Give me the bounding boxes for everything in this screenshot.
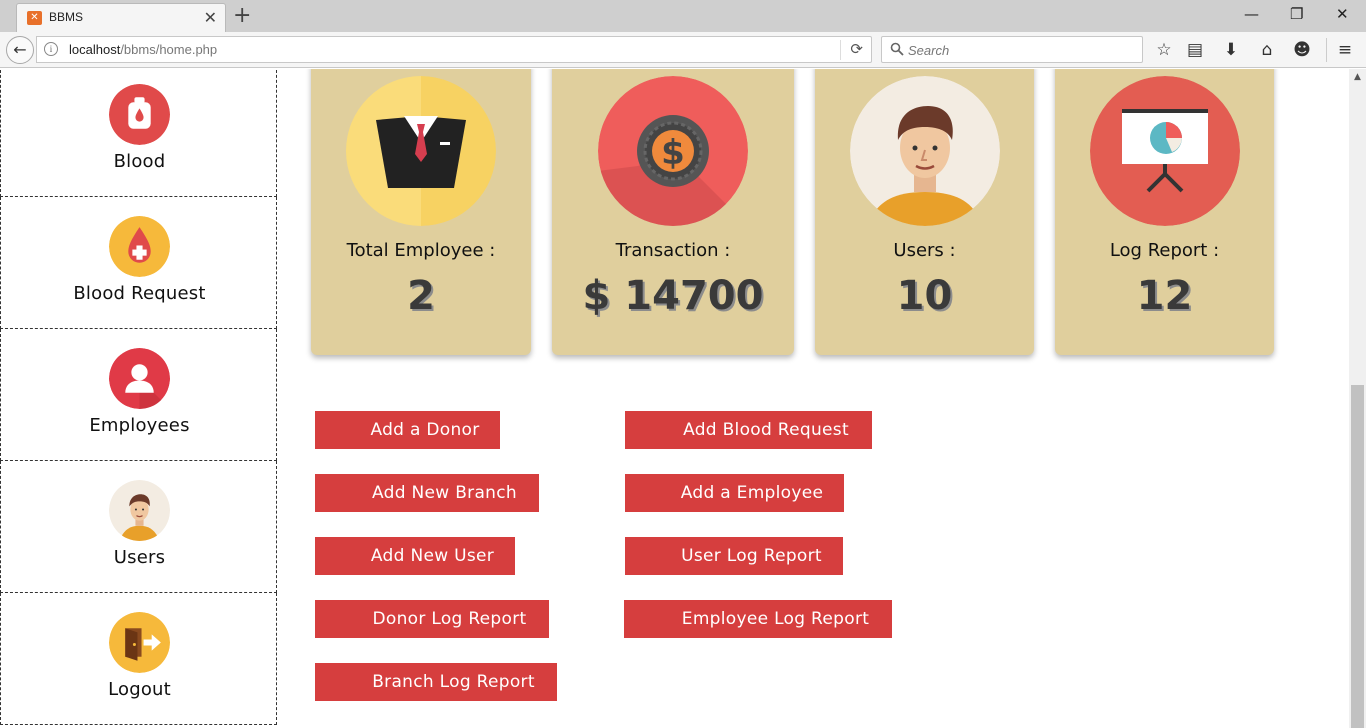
sidebar-item-blood[interactable]: Blood bbox=[0, 69, 277, 197]
branch-log-report-button[interactable]: Branch Log Report bbox=[315, 663, 557, 701]
sidebar-item-label: Users bbox=[113, 547, 166, 568]
add-donor-button[interactable]: Add a Donor bbox=[315, 411, 500, 449]
stat-card-transaction: $ Transaction : $ 14700 bbox=[552, 69, 794, 355]
sidebar-item-blood-request[interactable]: Blood Request bbox=[0, 197, 277, 329]
url-text: localhost/bbms/home.php bbox=[69, 42, 218, 57]
search-input[interactable]: Search bbox=[881, 36, 1143, 63]
sidebar-item-logout[interactable]: Logout bbox=[0, 593, 277, 725]
suit-icon bbox=[346, 76, 496, 226]
stat-label: Users : bbox=[893, 240, 956, 261]
download-icon[interactable]: ⬇ bbox=[1220, 40, 1242, 60]
stat-value: 12 bbox=[1136, 273, 1193, 319]
tab-bar: ✕ BBMS ✕ + — ❐ ✕ bbox=[0, 0, 1366, 32]
stat-label: Log Report : bbox=[1109, 240, 1220, 261]
stat-card-log-report: Log Report : 12 bbox=[1055, 69, 1274, 355]
restore-icon[interactable]: ❐ bbox=[1290, 5, 1303, 23]
blood-drop-plus-icon bbox=[109, 216, 170, 277]
search-placeholder: Search bbox=[908, 43, 950, 58]
sidebar: Blood Blood Request Employees Users Logo… bbox=[0, 69, 277, 725]
stat-value: $ 14700 bbox=[582, 273, 764, 319]
donor-log-report-button[interactable]: Donor Log Report bbox=[315, 600, 549, 638]
bookmark-star-icon[interactable]: ☆ bbox=[1153, 40, 1175, 60]
navigation-toolbar: ← i localhost/bbms/home.php ⟳ Search ☆ ▤… bbox=[0, 32, 1366, 68]
address-bar[interactable]: i localhost/bbms/home.php ⟳ bbox=[36, 36, 872, 63]
stat-card-total-employee: Total Employee : 2 bbox=[311, 69, 531, 355]
svg-text:$: $ bbox=[661, 133, 685, 173]
person-icon bbox=[109, 348, 170, 409]
stat-value: 10 bbox=[896, 273, 953, 319]
sidebar-item-users[interactable]: Users bbox=[0, 461, 277, 593]
close-window-icon[interactable]: ✕ bbox=[1336, 5, 1349, 23]
man-avatar-icon bbox=[849, 76, 1000, 226]
new-tab-icon[interactable]: + bbox=[233, 3, 251, 29]
hello-chat-icon[interactable]: ☻ bbox=[1291, 40, 1313, 60]
scroll-up-icon[interactable]: ▲ bbox=[1349, 69, 1366, 86]
stat-card-users: Users : 10 bbox=[815, 69, 1034, 355]
stat-label: Total Employee : bbox=[346, 240, 496, 261]
home-icon[interactable]: ⌂ bbox=[1256, 40, 1278, 60]
user-log-report-button[interactable]: User Log Report bbox=[625, 537, 843, 575]
tab-title: BBMS bbox=[49, 10, 84, 24]
add-blood-request-button[interactable]: Add Blood Request bbox=[625, 411, 872, 449]
stat-label: Transaction : bbox=[615, 240, 731, 261]
xampp-favicon-icon: ✕ bbox=[27, 11, 42, 25]
reading-list-icon[interactable]: ▤ bbox=[1184, 40, 1206, 60]
sidebar-item-label: Blood bbox=[113, 151, 166, 172]
add-new-user-button[interactable]: Add New User bbox=[315, 537, 515, 575]
sidebar-item-label: Blood Request bbox=[73, 283, 206, 304]
menu-icon[interactable]: ≡ bbox=[1334, 40, 1356, 60]
info-icon[interactable]: i bbox=[44, 42, 58, 56]
stat-value: 2 bbox=[407, 273, 435, 319]
sidebar-item-employees[interactable]: Employees bbox=[0, 329, 277, 461]
back-button[interactable]: ← bbox=[6, 36, 34, 64]
sidebar-item-label: Logout bbox=[108, 679, 171, 700]
add-employee-button[interactable]: Add a Employee bbox=[625, 474, 844, 512]
close-tab-icon[interactable]: ✕ bbox=[204, 8, 217, 27]
reload-icon[interactable]: ⟳ bbox=[850, 40, 863, 58]
page-content: Blood Blood Request Employees Users Logo… bbox=[0, 69, 1366, 728]
sidebar-item-label: Employees bbox=[89, 415, 190, 436]
blood-bag-icon bbox=[109, 84, 170, 145]
add-new-branch-button[interactable]: Add New Branch bbox=[315, 474, 539, 512]
search-icon bbox=[890, 42, 904, 56]
browser-tab[interactable]: ✕ BBMS ✕ bbox=[16, 3, 226, 32]
scroll-thumb[interactable] bbox=[1351, 385, 1364, 728]
dollar-coin-icon: $ bbox=[598, 76, 748, 226]
employee-log-report-button[interactable]: Employee Log Report bbox=[624, 600, 892, 638]
user-avatar-icon bbox=[109, 480, 170, 541]
vertical-scrollbar[interactable]: ▲ bbox=[1349, 69, 1366, 728]
minimize-icon[interactable]: — bbox=[1244, 5, 1259, 23]
presentation-chart-icon bbox=[1089, 76, 1240, 226]
exit-door-icon bbox=[109, 612, 170, 673]
